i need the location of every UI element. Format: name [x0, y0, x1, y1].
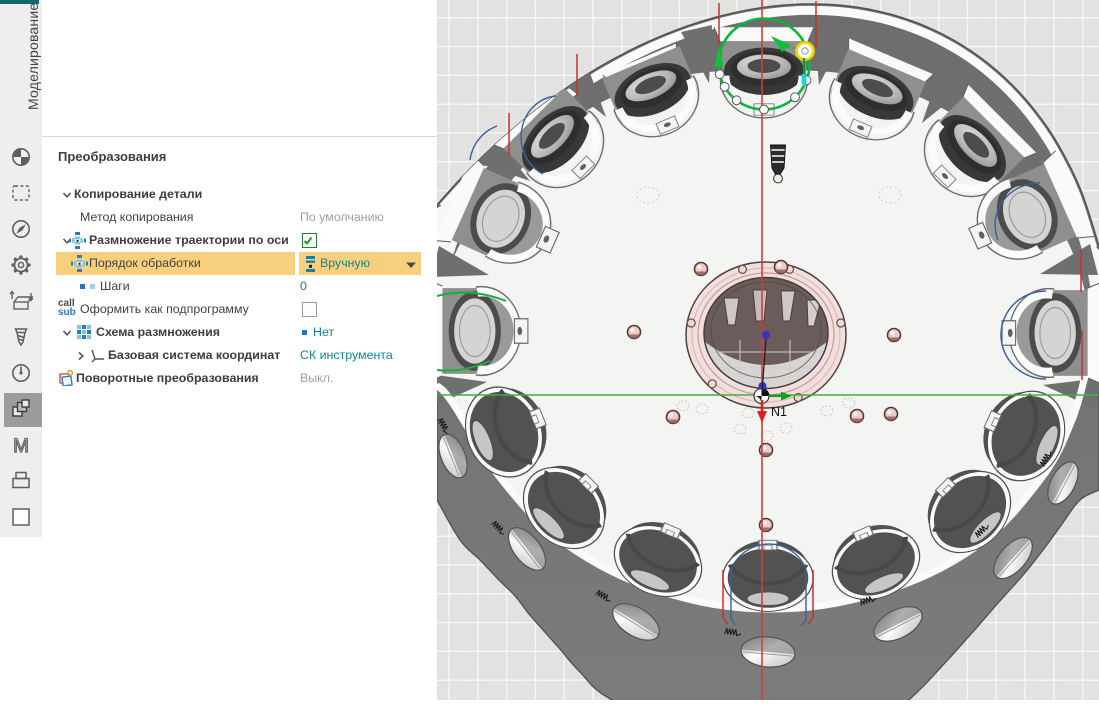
svg-text:N1: N1 — [771, 405, 787, 419]
svg-text:M: M — [13, 436, 29, 457]
